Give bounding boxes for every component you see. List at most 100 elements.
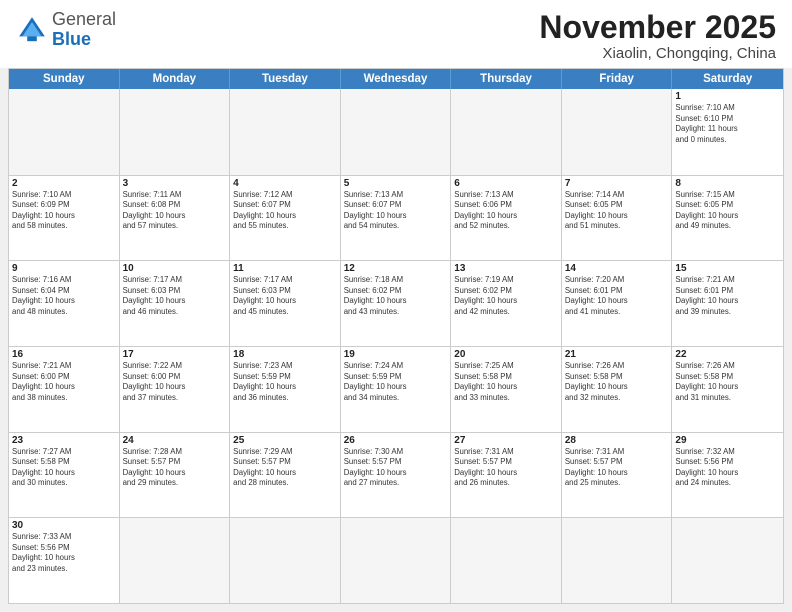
calendar-cell: 22Sunrise: 7:26 AM Sunset: 5:58 PM Dayli… — [672, 347, 783, 432]
day-info: Sunrise: 7:21 AM Sunset: 6:01 PM Dayligh… — [675, 275, 780, 317]
calendar-cell — [562, 518, 673, 603]
calendar-cell: 12Sunrise: 7:18 AM Sunset: 6:02 PM Dayli… — [341, 261, 452, 346]
calendar-row: 2Sunrise: 7:10 AM Sunset: 6:09 PM Daylig… — [9, 175, 783, 261]
day-number: 16 — [12, 349, 116, 360]
day-info: Sunrise: 7:13 AM Sunset: 6:06 PM Dayligh… — [454, 190, 558, 232]
calendar-cell — [451, 518, 562, 603]
weekday-header: Thursday — [451, 69, 562, 89]
day-number: 2 — [12, 178, 116, 189]
weekday-header: Tuesday — [230, 69, 341, 89]
day-number: 11 — [233, 263, 337, 274]
day-number: 22 — [675, 349, 780, 360]
calendar-cell: 20Sunrise: 7:25 AM Sunset: 5:58 PM Dayli… — [451, 347, 562, 432]
day-info: Sunrise: 7:17 AM Sunset: 6:03 PM Dayligh… — [123, 275, 227, 317]
calendar-cell — [451, 89, 562, 175]
day-number: 26 — [344, 435, 448, 446]
calendar-cell — [672, 518, 783, 603]
calendar-cell — [230, 89, 341, 175]
day-info: Sunrise: 7:33 AM Sunset: 5:56 PM Dayligh… — [12, 532, 116, 574]
day-info: Sunrise: 7:17 AM Sunset: 6:03 PM Dayligh… — [233, 275, 337, 317]
calendar-cell — [120, 89, 231, 175]
day-info: Sunrise: 7:12 AM Sunset: 6:07 PM Dayligh… — [233, 190, 337, 232]
day-info: Sunrise: 7:21 AM Sunset: 6:00 PM Dayligh… — [12, 361, 116, 403]
day-number: 4 — [233, 178, 337, 189]
calendar-cell: 3Sunrise: 7:11 AM Sunset: 6:08 PM Daylig… — [120, 176, 231, 261]
calendar-cell: 13Sunrise: 7:19 AM Sunset: 6:02 PM Dayli… — [451, 261, 562, 346]
logo-blue: Blue — [52, 29, 91, 49]
day-number: 15 — [675, 263, 780, 274]
calendar-cell: 1Sunrise: 7:10 AM Sunset: 6:10 PM Daylig… — [672, 89, 783, 175]
logo: General Blue — [16, 10, 116, 50]
calendar-cell: 9Sunrise: 7:16 AM Sunset: 6:04 PM Daylig… — [9, 261, 120, 346]
day-info: Sunrise: 7:29 AM Sunset: 5:57 PM Dayligh… — [233, 447, 337, 489]
calendar-cell — [9, 89, 120, 175]
day-number: 8 — [675, 178, 780, 189]
weekday-header: Friday — [562, 69, 673, 89]
day-number: 25 — [233, 435, 337, 446]
day-info: Sunrise: 7:26 AM Sunset: 5:58 PM Dayligh… — [565, 361, 669, 403]
weekday-header: Wednesday — [341, 69, 452, 89]
calendar-cell: 5Sunrise: 7:13 AM Sunset: 6:07 PM Daylig… — [341, 176, 452, 261]
calendar-cell — [230, 518, 341, 603]
calendar-cell — [120, 518, 231, 603]
logo-general: General — [52, 9, 116, 29]
day-number: 7 — [565, 178, 669, 189]
day-info: Sunrise: 7:25 AM Sunset: 5:58 PM Dayligh… — [454, 361, 558, 403]
calendar-cell: 14Sunrise: 7:20 AM Sunset: 6:01 PM Dayli… — [562, 261, 673, 346]
day-info: Sunrise: 7:26 AM Sunset: 5:58 PM Dayligh… — [675, 361, 780, 403]
day-number: 14 — [565, 263, 669, 274]
logo-icon — [16, 14, 48, 46]
day-number: 21 — [565, 349, 669, 360]
day-info: Sunrise: 7:31 AM Sunset: 5:57 PM Dayligh… — [454, 447, 558, 489]
calendar-body: 1Sunrise: 7:10 AM Sunset: 6:10 PM Daylig… — [9, 89, 783, 603]
calendar-cell: 17Sunrise: 7:22 AM Sunset: 6:00 PM Dayli… — [120, 347, 231, 432]
day-number: 6 — [454, 178, 558, 189]
calendar-cell: 24Sunrise: 7:28 AM Sunset: 5:57 PM Dayli… — [120, 433, 231, 518]
day-number: 19 — [344, 349, 448, 360]
day-number: 30 — [12, 520, 116, 531]
day-info: Sunrise: 7:18 AM Sunset: 6:02 PM Dayligh… — [344, 275, 448, 317]
day-number: 13 — [454, 263, 558, 274]
calendar-row: 30Sunrise: 7:33 AM Sunset: 5:56 PM Dayli… — [9, 517, 783, 603]
calendar-cell: 15Sunrise: 7:21 AM Sunset: 6:01 PM Dayli… — [672, 261, 783, 346]
calendar-row: 9Sunrise: 7:16 AM Sunset: 6:04 PM Daylig… — [9, 260, 783, 346]
calendar-cell: 27Sunrise: 7:31 AM Sunset: 5:57 PM Dayli… — [451, 433, 562, 518]
day-number: 20 — [454, 349, 558, 360]
calendar-cell: 19Sunrise: 7:24 AM Sunset: 5:59 PM Dayli… — [341, 347, 452, 432]
calendar-cell: 16Sunrise: 7:21 AM Sunset: 6:00 PM Dayli… — [9, 347, 120, 432]
day-number: 18 — [233, 349, 337, 360]
calendar-cell: 29Sunrise: 7:32 AM Sunset: 5:56 PM Dayli… — [672, 433, 783, 518]
day-info: Sunrise: 7:27 AM Sunset: 5:58 PM Dayligh… — [12, 447, 116, 489]
calendar-cell: 2Sunrise: 7:10 AM Sunset: 6:09 PM Daylig… — [9, 176, 120, 261]
calendar-cell: 25Sunrise: 7:29 AM Sunset: 5:57 PM Dayli… — [230, 433, 341, 518]
day-info: Sunrise: 7:30 AM Sunset: 5:57 PM Dayligh… — [344, 447, 448, 489]
calendar-cell: 30Sunrise: 7:33 AM Sunset: 5:56 PM Dayli… — [9, 518, 120, 603]
weekday-header: Sunday — [9, 69, 120, 89]
calendar-cell: 8Sunrise: 7:15 AM Sunset: 6:05 PM Daylig… — [672, 176, 783, 261]
calendar-cell: 21Sunrise: 7:26 AM Sunset: 5:58 PM Dayli… — [562, 347, 673, 432]
day-info: Sunrise: 7:22 AM Sunset: 6:00 PM Dayligh… — [123, 361, 227, 403]
day-number: 24 — [123, 435, 227, 446]
calendar-row: 1Sunrise: 7:10 AM Sunset: 6:10 PM Daylig… — [9, 89, 783, 175]
logo-text: General Blue — [52, 10, 116, 50]
day-number: 5 — [344, 178, 448, 189]
day-info: Sunrise: 7:10 AM Sunset: 6:09 PM Dayligh… — [12, 190, 116, 232]
calendar-cell: 23Sunrise: 7:27 AM Sunset: 5:58 PM Dayli… — [9, 433, 120, 518]
day-number: 9 — [12, 263, 116, 274]
day-number: 3 — [123, 178, 227, 189]
day-number: 29 — [675, 435, 780, 446]
calendar-cell: 7Sunrise: 7:14 AM Sunset: 6:05 PM Daylig… — [562, 176, 673, 261]
day-info: Sunrise: 7:15 AM Sunset: 6:05 PM Dayligh… — [675, 190, 780, 232]
calendar-row: 23Sunrise: 7:27 AM Sunset: 5:58 PM Dayli… — [9, 432, 783, 518]
day-info: Sunrise: 7:28 AM Sunset: 5:57 PM Dayligh… — [123, 447, 227, 489]
calendar-cell: 18Sunrise: 7:23 AM Sunset: 5:59 PM Dayli… — [230, 347, 341, 432]
day-number: 28 — [565, 435, 669, 446]
calendar-cell: 4Sunrise: 7:12 AM Sunset: 6:07 PM Daylig… — [230, 176, 341, 261]
day-number: 10 — [123, 263, 227, 274]
location: Xiaolin, Chongqing, China — [539, 45, 776, 62]
calendar-cell: 6Sunrise: 7:13 AM Sunset: 6:06 PM Daylig… — [451, 176, 562, 261]
day-info: Sunrise: 7:10 AM Sunset: 6:10 PM Dayligh… — [675, 103, 780, 145]
day-info: Sunrise: 7:19 AM Sunset: 6:02 PM Dayligh… — [454, 275, 558, 317]
day-info: Sunrise: 7:16 AM Sunset: 6:04 PM Dayligh… — [12, 275, 116, 317]
calendar: SundayMondayTuesdayWednesdayThursdayFrid… — [8, 68, 784, 604]
